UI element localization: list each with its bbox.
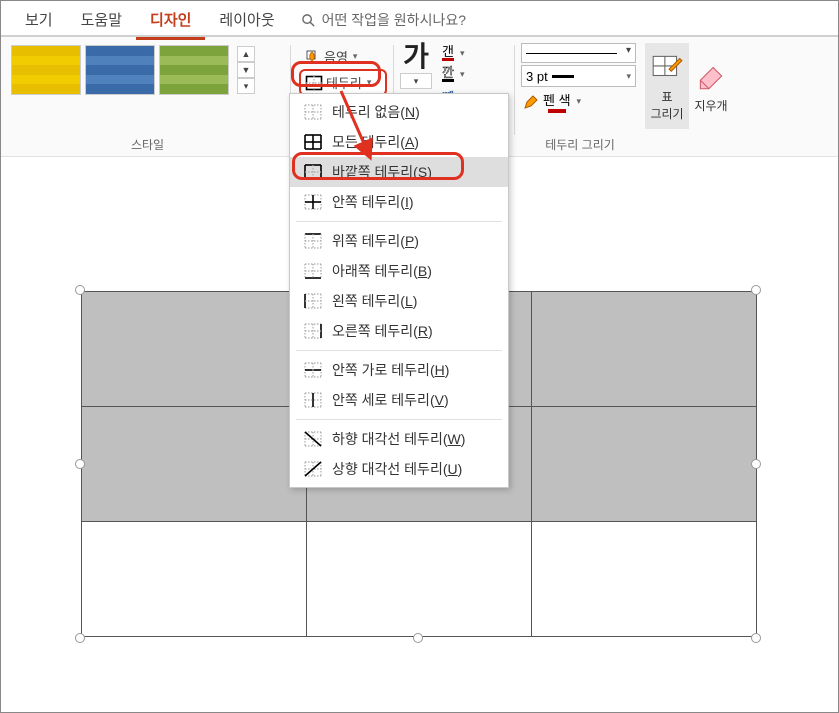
pen-color-label: 펜 색 [543, 90, 571, 109]
table-style-2[interactable] [85, 45, 155, 95]
menu-item-label: 안쪽 가로 테두리(H) [332, 360, 449, 380]
border-dropdown: 테두리 없음(N) 모든 테두리(A) 바깥쪽 테두리(S) 안쪽 테두리(I) 위쪽 … [289, 93, 509, 488]
table-style-3[interactable] [159, 45, 229, 95]
menu-item-label: 하향 대각선 테두리(W) [332, 429, 465, 449]
wordart-style-button[interactable]: 가 [403, 43, 429, 71]
border-right-icon [304, 322, 322, 340]
border-label: 테두리 [326, 73, 362, 92]
menu-separator [296, 350, 502, 351]
resize-handle[interactable] [75, 633, 85, 643]
menu-item-border-h[interactable]: 안쪽 가로 테두리(H) [290, 355, 508, 385]
menu-item-border-bottom[interactable]: 아래쪽 테두리(B) [290, 256, 508, 286]
menu-item-label: 테두리 없음(N) [332, 102, 420, 122]
border-h-icon [304, 361, 322, 379]
border-up-icon [304, 460, 322, 478]
tab-view[interactable]: 보기 [11, 3, 67, 38]
tab-help[interactable]: 도움말 [67, 3, 136, 38]
tab-layout[interactable]: 레이아웃 [205, 3, 288, 38]
border-down-icon [304, 430, 322, 448]
pen-width-dropdown[interactable]: 3 pt ▾ [521, 65, 636, 87]
gallery-up-button[interactable]: ▲ [237, 46, 255, 62]
search-placeholder: 어떤 작업을 원하시나요? [322, 10, 466, 30]
menu-item-label: 모든 테두리(A) [332, 132, 419, 152]
border-button[interactable]: 테두리▾ [299, 69, 387, 96]
menu-item-label: 안쪽 테두리(I) [332, 192, 414, 212]
menu-item-border-right[interactable]: 오른쪽 테두리(R) [290, 316, 508, 346]
menu-item-border-top[interactable]: 위쪽 테두리(P) [290, 226, 508, 256]
resize-handle[interactable] [751, 633, 761, 643]
group-label-draw-borders: 테두리 그리기 [515, 136, 645, 153]
tab-bar: 보기 도움말 디자인 레이아웃 어떤 작업을 원하시나요? [1, 1, 838, 37]
search-icon [301, 13, 316, 28]
menu-item-label: 안쪽 세로 테두리(V) [332, 390, 449, 410]
gallery-down-button[interactable]: ▼ [237, 62, 255, 78]
tell-me-search[interactable]: 어떤 작업을 원하시나요? [301, 10, 466, 30]
shading-icon [303, 49, 321, 65]
eraser-label: 지우개 [694, 97, 727, 114]
menu-item-border-none[interactable]: 테두리 없음(N) [290, 97, 508, 127]
menu-item-label: 아래쪽 테두리(B) [332, 261, 432, 281]
eraser-button[interactable]: 지우개 [689, 43, 733, 129]
menu-item-border-all[interactable]: 모든 테두리(A) [290, 127, 508, 157]
shading-button[interactable]: 음영▾ [299, 45, 387, 68]
menu-item-label: 바깥쪽 테두리(S) [332, 162, 432, 182]
menu-item-border-left[interactable]: 왼쪽 테두리(L) [290, 286, 508, 316]
menu-item-border-inside[interactable]: 안쪽 테두리(I) [290, 187, 508, 217]
eraser-icon [694, 59, 728, 93]
resize-handle[interactable] [751, 285, 761, 295]
resize-handle[interactable] [751, 459, 761, 469]
tab-design[interactable]: 디자인 [136, 3, 205, 38]
text-fill-label: 갠 [442, 45, 454, 61]
text-outline-button[interactable]: 깐▾ [438, 64, 469, 84]
border-icon [305, 75, 323, 91]
resize-handle[interactable] [413, 633, 423, 643]
border-inside-icon [304, 193, 322, 211]
resize-handle[interactable] [75, 459, 85, 469]
table-style-1[interactable] [11, 45, 81, 95]
wordart-style-dropdown[interactable]: ▾ [400, 73, 432, 89]
menu-item-border-v[interactable]: 안쪽 세로 테두리(V) [290, 385, 508, 415]
menu-separator [296, 221, 502, 222]
pen-style-dropdown[interactable] [521, 43, 636, 63]
pen-color-swatch [548, 109, 566, 113]
menu-item-label: 위쪽 테두리(P) [332, 231, 419, 251]
border-none-icon [304, 103, 322, 121]
shading-label: 음영 [324, 47, 348, 66]
pen-icon [523, 94, 539, 110]
menu-item-label: 상향 대각선 테두리(U) [332, 459, 462, 479]
border-bottom-icon [304, 262, 322, 280]
group-label-styles: 스타일 [5, 136, 290, 153]
text-fill-button[interactable]: 갠▾ [438, 43, 469, 63]
pen-width-preview [552, 75, 574, 78]
menu-item-border-outside[interactable]: 바깥쪽 테두리(S) [290, 157, 508, 187]
text-outline-label: 깐 [442, 66, 454, 82]
style-gallery-scroll: ▲ ▼ ▾ [237, 46, 255, 94]
menu-item-border-up[interactable]: 상향 대각선 테두리(U) [290, 454, 508, 484]
border-all-icon [304, 133, 322, 151]
draw-table-icon [650, 50, 684, 84]
border-top-icon [304, 232, 322, 250]
menu-item-label: 오른쪽 테두리(R) [332, 321, 433, 341]
pen-color-button[interactable]: 펜 색 ▾ [521, 89, 639, 114]
resize-handle[interactable] [75, 285, 85, 295]
border-left-icon [304, 292, 322, 310]
style-gallery: ▲ ▼ ▾ [11, 45, 284, 95]
border-v-icon [304, 391, 322, 409]
ribbon-group-draw-borders: 3 pt ▾ 펜 색 ▾ 테두리 그리기 [515, 43, 645, 156]
menu-item-label: 왼쪽 테두리(L) [332, 291, 417, 311]
draw-table-button[interactable]: 표 그리기 [645, 43, 689, 129]
border-outside-icon [304, 163, 322, 181]
gallery-more-button[interactable]: ▾ [237, 78, 255, 94]
menu-item-border-down[interactable]: 하향 대각선 테두리(W) [290, 424, 508, 454]
menu-separator [296, 419, 502, 420]
pen-width-label: 3 pt [526, 69, 548, 84]
draw-table-label: 표 그리기 [650, 88, 683, 122]
ribbon-group-table-styles: ▲ ▼ ▾ 스타일 [5, 43, 290, 156]
